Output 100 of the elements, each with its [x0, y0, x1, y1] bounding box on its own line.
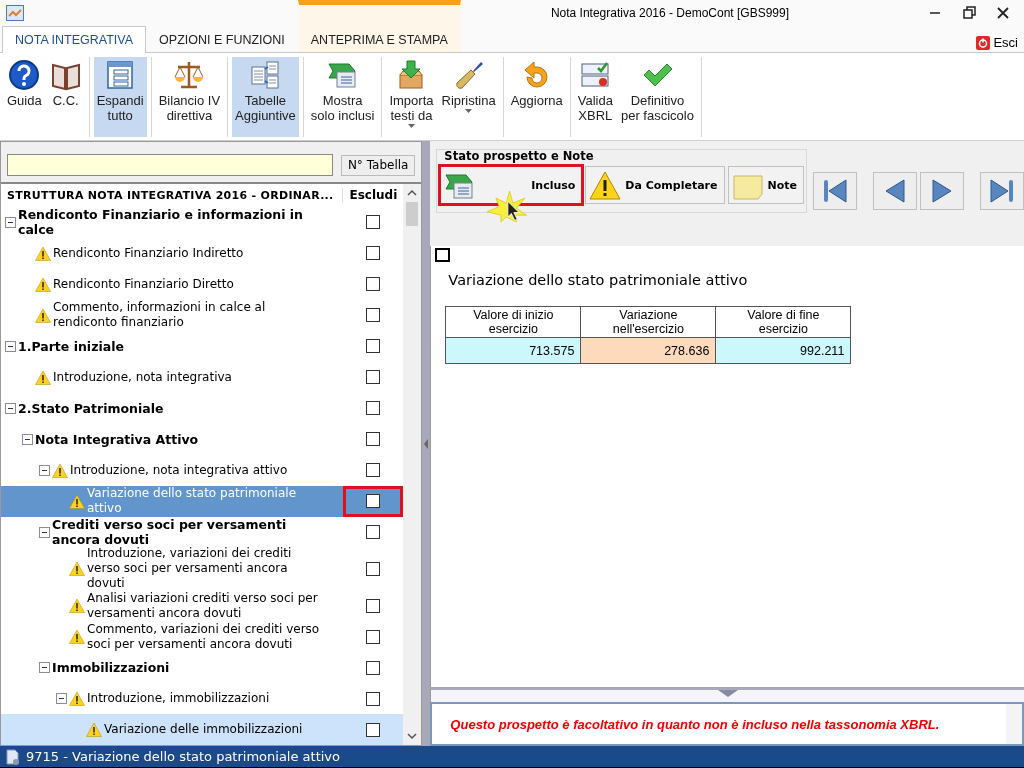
last-page-icon: [990, 179, 1013, 203]
tree-item-label: Introduzione, nota integrativa: [53, 369, 232, 385]
ribbon-button[interactable]: Espandi tutto: [93, 57, 147, 137]
search-field[interactable]: [7, 154, 333, 176]
first-page-icon: [824, 179, 847, 203]
tree-row[interactable]: Rendiconto Finanziario Indiretto: [1, 237, 404, 269]
collapse-icon[interactable]: [22, 433, 33, 445]
ribbon-button[interactable]: Definitivo per fascicolo: [617, 57, 697, 137]
tree-item-label: Introduzione, immobilizzazioni: [87, 691, 270, 706]
exclude-checkbox[interactable]: [366, 660, 381, 675]
tree-item-label: Nota Integrativa Attivo: [35, 431, 199, 447]
info-message: Questo prospetto è facoltativo in quanto non è incluso nella tassonomia XBRL.: [449, 716, 941, 732]
exclude-checkbox[interactable]: [366, 598, 381, 613]
warning-icon: [69, 691, 85, 706]
exclude-checkbox[interactable]: [366, 246, 381, 261]
exclude-checkbox[interactable]: [366, 370, 381, 385]
tree-item-label: Commento, informazioni in calce al rendiconto finanziario: [53, 300, 267, 331]
next-icon: [932, 179, 952, 203]
exclude-checkbox[interactable]: [366, 722, 381, 737]
tree-item-label: Introduzione, variazioni dei crediti verso soci per versamenti ancora dovuti: [87, 546, 293, 592]
ribbon-button[interactable]: Valida XBRL: [574, 57, 616, 137]
exclude-checkbox[interactable]: [366, 691, 381, 706]
exclude-checkbox[interactable]: [366, 277, 381, 292]
warning-icon: [35, 307, 51, 323]
tree-row[interactable]: Introduzione, nota integrativa: [1, 361, 404, 393]
scrollbar[interactable]: [1006, 704, 1022, 744]
exclude-checkbox[interactable]: [366, 629, 381, 644]
documents-icon: [249, 59, 282, 91]
warning-icon: [69, 561, 85, 577]
collapse-icon[interactable]: [5, 340, 16, 352]
warning-icon: [35, 276, 51, 292]
nav-button[interactable]: [920, 172, 964, 210]
column-header: Valore di fine esercizio: [715, 306, 851, 338]
exit-button[interactable]: Esci: [974, 33, 1020, 52]
ribbon-tab[interactable]: OPZIONI E FUNZIONI: [146, 26, 298, 52]
collapse-icon[interactable]: [39, 526, 50, 538]
tree-row[interactable]: Crediti verso soci per versamenti ancora dovuti: [1, 516, 404, 548]
table-cell[interactable]: 992.211: [715, 337, 851, 364]
tree-row[interactable]: Rendiconto Finanziario e informazioni in calce: [1, 206, 404, 238]
warning-icon: [69, 493, 85, 509]
tree-row[interactable]: 1.Parte iniziale: [1, 330, 404, 362]
exclude-checkbox[interactable]: [366, 401, 381, 416]
ribbon-button[interactable]: Mostra solo inclusi: [307, 57, 378, 137]
exclude-checkbox[interactable]: [366, 308, 381, 323]
exclude-checkbox[interactable]: [366, 561, 381, 576]
table-number-button[interactable]: N° Tabella: [340, 154, 416, 176]
table-cell[interactable]: 278.636: [580, 337, 716, 364]
ribbon-tab[interactable]: ANTEPRIMA E STAMPA: [297, 0, 461, 52]
exclude-checkbox[interactable]: [366, 463, 381, 478]
tree-row[interactable]: Commento, informazioni in calce al rendiconto finanziario: [1, 299, 404, 331]
column-header: Valore di inizio esercizio: [445, 306, 581, 338]
tree-row[interactable]: Variazione delle immobilizzazioni: [1, 714, 404, 745]
ribbon-button[interactable]: Tabelle Aggiuntive: [232, 57, 299, 137]
collapse-icon[interactable]: [56, 693, 67, 704]
status-button[interactable]: Note: [727, 166, 804, 204]
exclude-checkbox[interactable]: [366, 525, 381, 540]
nav-button[interactable]: [873, 172, 917, 210]
tree-row[interactable]: Commento, variazioni dei crediti verso soci per versamenti ancora dovuti: [1, 621, 404, 652]
ribbon-button[interactable]: Guida: [4, 57, 45, 137]
table-cell[interactable]: 713.575: [445, 337, 581, 364]
ribbon-tab[interactable]: NOTA INTEGRATIVA: [2, 26, 147, 53]
warning-icon: [589, 170, 622, 200]
warning-icon: [35, 369, 51, 385]
scroll-up-icon[interactable]: [407, 189, 418, 197]
tree-row[interactable]: Nota Integrativa Attivo: [1, 423, 404, 455]
collapse-icon[interactable]: [5, 216, 16, 228]
group-title: Stato prospetto e Note: [444, 149, 595, 163]
nav-button[interactable]: [980, 172, 1024, 210]
ribbon-button[interactable]: Importa testi da: [386, 57, 437, 137]
collapse-icon[interactable]: [39, 662, 50, 673]
collapse-icon[interactable]: [39, 464, 50, 476]
nav-button[interactable]: [813, 172, 857, 210]
status-button[interactable]: Da Completare: [585, 166, 725, 204]
ribbon-button[interactable]: Ripristina: [438, 57, 499, 137]
exclude-checkbox[interactable]: [366, 432, 381, 447]
tree-row[interactable]: Analisi variazioni crediti verso soci per versamenti ancora dovuti: [1, 590, 404, 621]
scroll-down-icon[interactable]: [407, 732, 418, 740]
column-header: STRUTTURA NOTA INTEGRATIVA 2016 - ORDINAR...: [6, 188, 335, 202]
ribbon-button[interactable]: C.C.: [46, 57, 85, 137]
ribbon-button[interactable]: Aggiorna: [507, 57, 566, 137]
scales-icon: [173, 59, 206, 91]
exclude-checkbox[interactable]: [366, 215, 381, 230]
app-icon: [6, 4, 24, 21]
tree-row[interactable]: Rendiconto Finanziario Diretto: [1, 268, 404, 300]
warning-icon: [52, 462, 68, 478]
ribbon-button[interactable]: Bilancio IV direttiva: [155, 57, 224, 137]
tree-row[interactable]: Introduzione, nota integrativa attivo: [1, 454, 404, 486]
scroll-thumb[interactable]: [406, 202, 419, 226]
collapse-icon[interactable]: [5, 402, 16, 414]
previous-icon: [885, 179, 905, 203]
scrollbar[interactable]: [403, 184, 422, 745]
checkbox[interactable]: [435, 248, 451, 262]
tree-row[interactable]: Introduzione, immobilizzazioni: [1, 683, 404, 714]
exclude-checkbox[interactable]: [366, 339, 381, 354]
tree-row[interactable]: 2.Stato Patrimoniale: [1, 392, 404, 424]
exclude-checkbox[interactable]: [366, 494, 381, 509]
tree-item-label: Immobilizzazioni: [52, 660, 170, 675]
tree-row[interactable]: Introduzione, variazioni dei crediti verso soci per versamenti ancora dovuti: [1, 547, 404, 590]
status-button[interactable]: Incluso: [440, 166, 583, 204]
tree-row[interactable]: Immobilizzazioni: [1, 652, 404, 683]
